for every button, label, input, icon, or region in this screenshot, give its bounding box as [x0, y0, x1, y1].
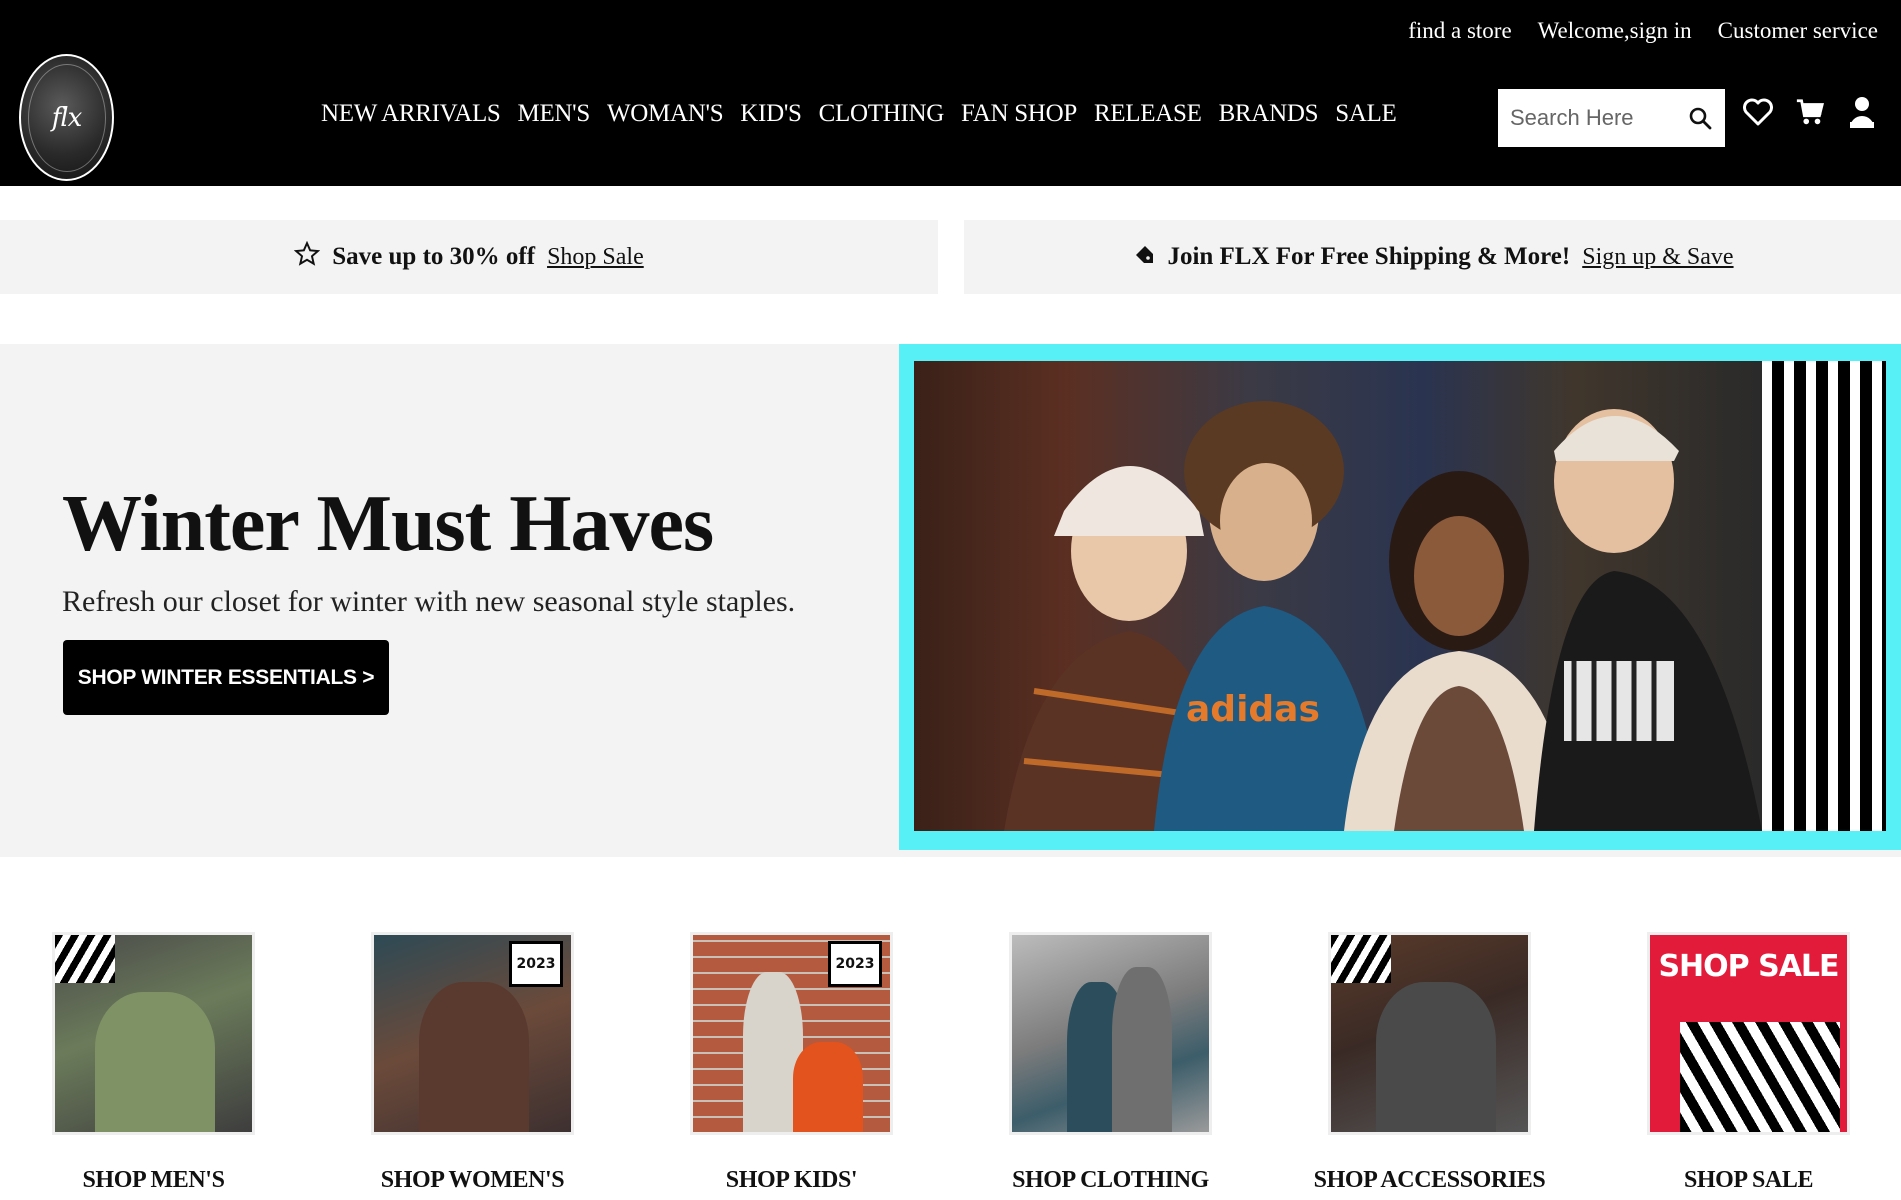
hero-stripe-accent [1762, 361, 1886, 831]
user-icon[interactable] [1847, 94, 1877, 130]
category-mens-image[interactable] [52, 932, 255, 1135]
nav-clothing[interactable]: CLOTHING [819, 100, 945, 128]
stripe-decoration [1331, 935, 1391, 983]
category-sale-label[interactable]: SHOP SALE [1607, 1167, 1890, 1194]
promo-bar-sale: Save up to 30% off Shop Sale [0, 220, 938, 294]
hero-image[interactable]: adidas [899, 344, 1901, 850]
logo-monogram: flx [27, 63, 106, 172]
promo-bar-signup: Join FLX For Free Shipping & More! Sign … [964, 220, 1901, 294]
model-figure [1112, 967, 1172, 1132]
nav-sale[interactable]: SALE [1335, 100, 1397, 128]
sign-up-link[interactable]: Sign up & Save [1582, 244, 1733, 271]
nav-womans[interactable]: WOMAN'S [607, 100, 724, 128]
main-nav: NEW ARRIVALS MEN'S WOMAN'S KID'S CLOTHIN… [321, 100, 1397, 128]
svg-text:adidas: adidas [1186, 689, 1320, 730]
category-sale[interactable]: SHOP SALE SHOP SALE [1647, 932, 1852, 1193]
model-figure [95, 992, 215, 1132]
nav-mens[interactable]: MEN'S [518, 100, 591, 128]
shop-winter-essentials-button[interactable]: SHOP WINTER ESSENTIALS > [63, 640, 389, 715]
category-kids[interactable]: 2023 SHOP KIDS' [690, 932, 895, 1193]
hero-photo: adidas [914, 361, 1762, 831]
category-mens[interactable]: SHOP MEN'S [52, 932, 257, 1193]
category-womens-label[interactable]: SHOP WOMEN'S [331, 1167, 614, 1194]
year-badge: 2023 [828, 941, 882, 987]
search-input[interactable] [1510, 105, 1680, 131]
category-clothing-label[interactable]: SHOP CLOTHING [969, 1167, 1252, 1194]
category-mens-label[interactable]: SHOP MEN'S [12, 1167, 295, 1194]
sale-tile-text: SHOP SALE [1658, 949, 1839, 984]
category-kids-image[interactable]: 2023 [690, 932, 893, 1135]
nav-brands[interactable]: BRANDS [1219, 100, 1319, 128]
category-womens-image[interactable]: 2023 [371, 932, 574, 1135]
category-clothing[interactable]: SHOP CLOTHING [1009, 932, 1214, 1193]
search-box [1498, 89, 1725, 147]
category-kids-label[interactable]: SHOP KIDS' [650, 1167, 933, 1194]
star-icon [294, 240, 321, 274]
model-figure [1376, 982, 1496, 1132]
year-badge: 2023 [509, 941, 563, 987]
promo-sale-text: Save up to 30% off [332, 243, 536, 270]
nav-fan-shop[interactable]: FAN SHOP [961, 100, 1077, 128]
search-icon[interactable] [1687, 105, 1713, 131]
header-icons [1743, 94, 1877, 130]
stripe-decoration [1680, 1022, 1840, 1132]
category-accessories[interactable]: SHOP ACCESSORIES [1314, 932, 1546, 1193]
category-sale-image[interactable]: SHOP SALE [1647, 932, 1850, 1135]
nav-release[interactable]: RELEASE [1094, 100, 1202, 128]
sign-in-link[interactable]: Welcome,sign in [1538, 18, 1692, 44]
hero-subtitle: Refresh our closet for winter with new s… [62, 585, 796, 618]
stripe-decoration [55, 935, 115, 983]
category-accessories-label[interactable]: SHOP ACCESSORIES [1288, 1167, 1571, 1194]
brand-logo[interactable]: flx [19, 54, 114, 181]
shop-sale-link[interactable]: Shop Sale [547, 244, 644, 271]
cart-icon[interactable] [1795, 94, 1825, 130]
hero-title: Winter Must Haves [62, 480, 714, 568]
find-store-link[interactable]: find a store [1408, 18, 1511, 44]
category-accessories-image[interactable] [1328, 932, 1531, 1135]
heart-icon[interactable] [1743, 94, 1773, 130]
promo-signup-text: Join FLX For Free Shipping & More! [1167, 243, 1571, 270]
nav-kids[interactable]: KID'S [740, 100, 802, 128]
model-figure [793, 1042, 863, 1132]
nav-new-arrivals[interactable]: NEW ARRIVALS [321, 100, 501, 128]
category-womens[interactable]: 2023 SHOP WOMEN'S [371, 932, 576, 1193]
tag-icon [1131, 242, 1155, 273]
utility-links: find a store Welcome,sign in Customer se… [1408, 18, 1878, 44]
site-header: flx find a store Welcome,sign in Custome… [0, 0, 1901, 186]
model-figure [419, 982, 529, 1132]
customer-service-link[interactable]: Customer service [1718, 18, 1878, 44]
category-clothing-image[interactable] [1009, 932, 1212, 1135]
